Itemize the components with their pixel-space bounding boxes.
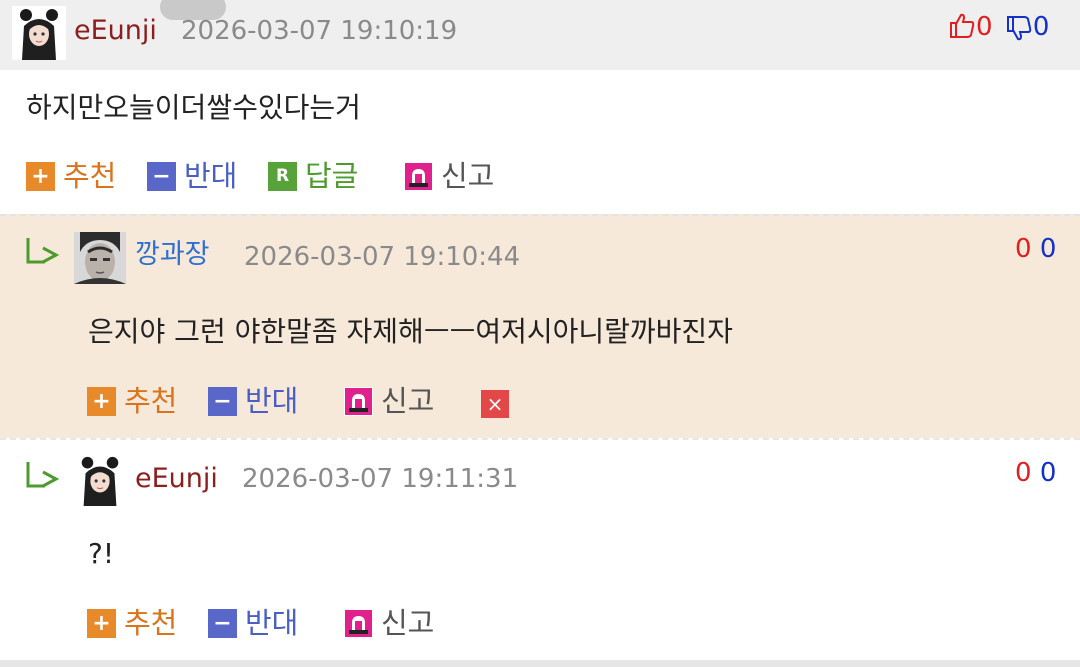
minus-icon: − (208, 608, 237, 638)
siren-icon (344, 608, 373, 638)
plus-icon: + (87, 386, 116, 416)
close-icon: × (481, 390, 509, 418)
report-button[interactable]: 신고 (344, 384, 434, 418)
reply-label: 답글 (305, 159, 359, 193)
reply-r-icon: R (268, 161, 297, 191)
reply-comment: 깡과장 2026-03-07 19:10:44 0 0 은지야 그런 야한말좀 … (0, 214, 1080, 438)
like-count: 0 (1015, 458, 1032, 488)
timestamp: 2026-03-07 19:10:19 (181, 16, 458, 46)
thumb-down-icon[interactable] (1005, 15, 1033, 43)
comment-content: 하지만오늘이더쌀수있다는거 (26, 91, 361, 124)
recommend-button[interactable]: + 추천 (87, 384, 177, 418)
comment-header: eEunji 2026-03-07 19:10:19 0 0 (0, 0, 1080, 70)
vote-counts: 0 0 (1015, 232, 1056, 266)
comment-content: ?! (88, 537, 115, 570)
avatar[interactable] (12, 6, 66, 60)
thumb-up-icon[interactable] (948, 11, 976, 39)
oppose-label: 반대 (245, 384, 299, 418)
recommend-label: 추천 (124, 606, 178, 640)
like-count: 0 (1015, 234, 1032, 264)
timestamp: 2026-03-07 19:10:44 (244, 242, 521, 272)
avatar[interactable] (74, 232, 126, 284)
timestamp: 2026-03-07 19:11:31 (242, 464, 519, 494)
like-count: 0 (976, 12, 993, 42)
recommend-label: 추천 (63, 159, 117, 193)
dislike-count: 0 (1039, 234, 1057, 264)
nickname[interactable]: eEunji (74, 14, 157, 48)
reply-comment: eEunji 2026-03-07 19:11:31 0 0 ?! + 추천 −… (0, 438, 1080, 660)
oppose-button[interactable]: − 반대 (147, 159, 237, 193)
delete-button[interactable]: × (481, 387, 509, 421)
divider (0, 660, 1080, 667)
minus-icon: − (147, 161, 176, 191)
report-label: 신고 (381, 606, 435, 640)
recommend-label: 추천 (124, 384, 178, 418)
oppose-label: 반대 (184, 159, 238, 193)
vote-counts: 0 0 (948, 10, 1049, 44)
report-label: 신고 (441, 159, 495, 193)
dislike-count: 0 (1032, 12, 1050, 42)
siren-icon (344, 386, 373, 416)
recommend-button[interactable]: + 추천 (87, 606, 177, 640)
comment-thread: eEunji 2026-03-07 19:10:19 0 0 하지만오늘이더쌀수… (0, 0, 1080, 667)
nickname[interactable]: 깡과장 (135, 238, 210, 272)
avatar[interactable] (74, 454, 126, 506)
plus-icon: + (26, 161, 55, 191)
report-label: 신고 (381, 384, 435, 418)
minus-icon: − (208, 386, 237, 416)
report-button[interactable]: 신고 (404, 159, 494, 193)
recommend-button[interactable]: + 추천 (26, 159, 116, 193)
reply-arrow-icon (26, 462, 59, 488)
comment-body: 하지만오늘이더쌀수있다는거 + 추천 − 반대 R 답글 신고 (0, 70, 1080, 214)
nickname[interactable]: eEunji (135, 462, 218, 496)
reply-arrow-icon (26, 238, 59, 264)
report-button[interactable]: 신고 (344, 606, 434, 640)
reply-button[interactable]: R 답글 (268, 159, 358, 193)
oppose-button[interactable]: − 반대 (208, 606, 298, 640)
plus-icon: + (87, 608, 116, 638)
oppose-button[interactable]: − 반대 (208, 384, 298, 418)
oppose-label: 반대 (245, 606, 299, 640)
vote-counts: 0 0 (1015, 456, 1056, 490)
siren-icon (404, 161, 433, 191)
comment-content: 은지야 그런 야한말좀 자제해ㅡㅡ여저시아니랄까바진자 (88, 315, 733, 348)
dislike-count: 0 (1039, 458, 1057, 488)
